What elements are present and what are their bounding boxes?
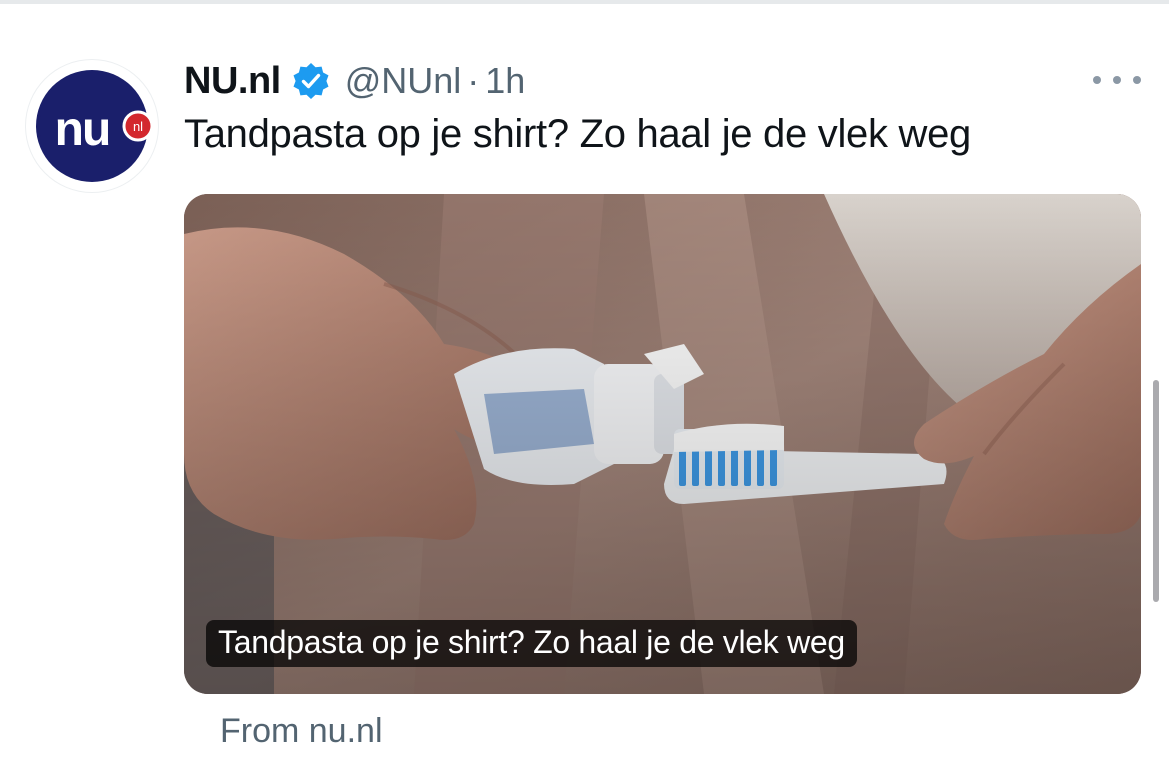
avatar-badge-text: nl	[133, 119, 143, 134]
separator-dot: ·	[467, 60, 480, 101]
avatar-logo-text: nu	[55, 103, 110, 156]
card-caption: Tandpasta op je shirt? Zo haal je de vle…	[206, 620, 857, 667]
timestamp[interactable]: 1h	[485, 60, 525, 102]
user-handle[interactable]: @NUnl	[345, 60, 462, 102]
card-source-link[interactable]: From nu.nl	[220, 712, 383, 751]
tweet-view: nu nl NU.nl @NUnl · 1h Tandpasta op je s…	[0, 0, 1169, 760]
nu-logo-icon: nu nl	[30, 64, 154, 188]
more-dots-icon	[1093, 76, 1101, 84]
scrollbar[interactable]	[1153, 380, 1159, 602]
display-name[interactable]: NU.nl	[184, 60, 281, 103]
tweet-text: Tandpasta op je shirt? Zo haal je de vle…	[184, 112, 971, 156]
avatar[interactable]: nu nl	[26, 60, 158, 192]
card-image	[184, 194, 1141, 694]
more-options-button[interactable]	[1093, 64, 1141, 96]
link-card[interactable]: Tandpasta op je shirt? Zo haal je de vle…	[184, 194, 1141, 694]
verified-badge-icon	[291, 61, 331, 101]
more-dots-icon	[1113, 76, 1121, 84]
more-dots-icon	[1133, 76, 1141, 84]
tweet-header: NU.nl @NUnl · 1h	[184, 56, 525, 106]
top-divider	[0, 0, 1169, 4]
